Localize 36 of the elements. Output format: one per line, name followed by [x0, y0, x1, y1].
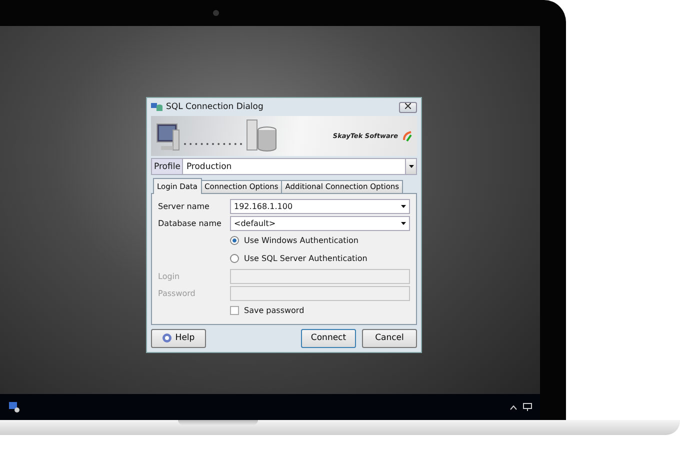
dropdown-arrow-icon — [408, 165, 414, 168]
monitor-icon[interactable] — [523, 403, 532, 411]
field-label: Password — [158, 288, 196, 298]
dropdown-button[interactable] — [405, 159, 416, 174]
database-icon — [151, 102, 163, 113]
field-value: 192.168.1.100 — [234, 202, 294, 211]
field-label: Server name — [158, 202, 210, 211]
checkbox[interactable] — [230, 306, 239, 316]
input-field[interactable] — [230, 268, 410, 284]
logo-icon — [402, 130, 413, 142]
checkbox-label: Save password — [244, 306, 304, 316]
dialog-button[interactable]: Connect — [301, 328, 356, 348]
input-field[interactable] — [230, 286, 410, 301]
computer-icon[interactable] — [8, 401, 20, 413]
caret-icon[interactable] — [510, 404, 517, 410]
help-icon — [162, 333, 172, 344]
dropdown-field[interactable]: <default> — [230, 216, 410, 231]
radio-label: Use Windows Authentication — [244, 236, 358, 246]
dialog-button[interactable]: Help — [151, 328, 206, 348]
close-button[interactable] — [399, 102, 417, 113]
radio-button[interactable] — [230, 236, 239, 246]
field-label: Login — [158, 272, 181, 281]
dropdown-arrow-icon — [401, 204, 406, 208]
dialog-button[interactable]: Cancel — [362, 328, 417, 348]
radio-button[interactable] — [230, 254, 239, 264]
window-title: SQL Connection Dialog — [166, 102, 264, 112]
profile-label: Profile — [152, 159, 184, 174]
profile-value: Production — [185, 160, 233, 174]
field-label: Database name — [158, 218, 222, 228]
field-value: <default> — [234, 218, 277, 228]
dropdown-arrow-icon — [401, 222, 406, 225]
dropdown-field[interactable]: 192.168.1.100 — [230, 198, 410, 214]
camera-icon — [213, 10, 219, 16]
close-icon — [405, 103, 411, 110]
radio-label: Use SQL Server Authentication — [244, 254, 368, 264]
profile-dropdown[interactable]: Profile Production — [151, 158, 417, 175]
